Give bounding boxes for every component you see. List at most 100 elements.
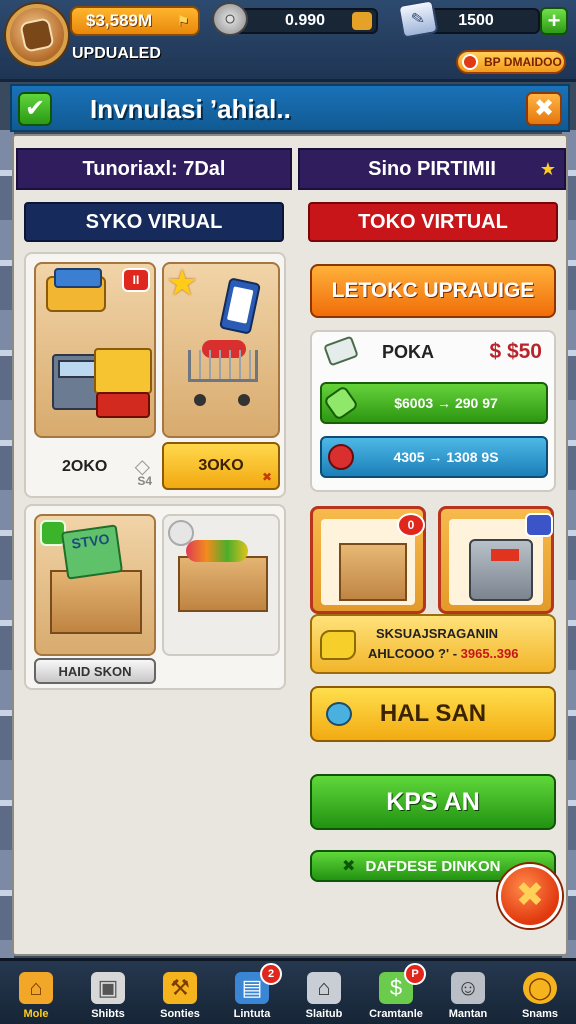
promo-pill[interactable]: BP DMAIDOO [456, 50, 566, 74]
resource-1-add-icon[interactable] [352, 12, 372, 30]
ring-icon: ◯ [523, 972, 557, 1004]
register-label-text: 2OKO [62, 458, 108, 475]
nav-label: Mantan [448, 1008, 488, 1020]
machine-icon [469, 539, 533, 601]
alert-icon [462, 54, 478, 70]
phone-icon [218, 277, 262, 335]
avatar[interactable] [6, 4, 68, 66]
promo-strip[interactable]: SKSUAJSRAGANIN AHLCOOO ?' - 3965..396 [310, 614, 556, 674]
nav-item-mole[interactable]: ⌂ Mole [0, 961, 72, 1024]
hal-san-label: HAL SAN [379, 700, 487, 727]
promo-line-2: AHLCOOO ?' - 3965..396 [368, 646, 518, 661]
hal-san-button[interactable]: HAL SAN [310, 686, 556, 742]
upgrade-button[interactable]: LETOKC UPRAUIGE [310, 264, 556, 318]
confirm-button[interactable]: ✔ [18, 92, 52, 126]
nav-label: Sonties [160, 1008, 200, 1020]
nav-item-lintuta[interactable]: ▤ Lintuta 2 [216, 961, 288, 1024]
small-close-icon: ✖ [261, 470, 272, 484]
tools-icon: ⚒ [163, 972, 197, 1004]
bird-icon [326, 702, 352, 726]
supply-box-tile[interactable]: STVO [34, 514, 156, 656]
nav-label: Lintuta [233, 1008, 271, 1020]
box-icon: ▣ [91, 972, 125, 1004]
item-icon [323, 335, 359, 367]
cash-register-icon [52, 334, 152, 418]
promo-line-2-prefix: AHLCOOO ?' - [368, 646, 461, 661]
parcel-icon [339, 543, 407, 601]
nav-item-sonties[interactable]: ⚒ Sonties [144, 961, 216, 1024]
shopping-cart-icon [180, 334, 264, 418]
cheese-icon [320, 630, 356, 660]
cart-buy-button[interactable]: 3OKO ✖ [162, 442, 280, 490]
coin-value: $3,589M [86, 11, 153, 30]
green-bar-text: $6003 → 290 97 [394, 395, 498, 411]
shop-icon [19, 17, 55, 53]
close-icon: ✖ [533, 95, 555, 122]
basket-icon [46, 268, 106, 312]
resource-counter-1[interactable]: 0.990 [232, 8, 378, 34]
promo-line-1: SKSUAJSRAGANIN [376, 626, 499, 641]
coin-add-icon[interactable]: ⚑ [172, 11, 194, 31]
left-banner: SYKO VIRUAL [24, 202, 284, 242]
notification-badge: P [404, 963, 426, 985]
produce-tile[interactable] [162, 514, 280, 656]
store-card-group-1: II ★ 2OKO ◇ S4 3OKO ✖ [24, 252, 286, 498]
nav-item-slaitub[interactable]: ⌂ Slaitub [288, 961, 360, 1024]
ticket-icon: ✎ [397, 0, 439, 39]
bottom-nav: ⌂ Mole ▣ Shibts ⚒ Sonties ▤ Lintuta 2 ⌂ … [0, 958, 576, 1024]
nav-item-mantan[interactable]: ☺ Mantan [432, 961, 504, 1024]
pencil-icon [322, 384, 360, 422]
action-fab[interactable]: ✖ [498, 864, 562, 928]
star-icon: ★ [539, 158, 556, 179]
register-label-tag: S4 [137, 474, 152, 488]
price-item-name: POKA [382, 342, 435, 362]
left-header: Tunoriaxl: 7Dal [16, 148, 292, 190]
promo-line-2-highlight: 3965..396 [460, 646, 519, 661]
nav-label: Cramtanle [369, 1008, 423, 1020]
home-icon: ⌂ [19, 972, 53, 1004]
main-panel: Tunoriaxl: 7Dal Sino PIRTIMII ★ SYKO VIR… [12, 134, 568, 956]
cart-tile[interactable]: ★ [162, 262, 280, 438]
top-bar: $3,589M ⚑ UPDUALED 0.990 ○ 1500 ✎ + BP D… [0, 0, 576, 82]
title-bar: ✔ Invnulasi ʼahial.. ✖ [10, 84, 570, 132]
promo-text: BP DMAIDOO [484, 55, 562, 69]
username: UPDUALED [72, 45, 161, 62]
nav-label: Shibts [91, 1008, 125, 1020]
house-icon: ⌂ [307, 972, 341, 1004]
nav-label: Slaitub [305, 1008, 343, 1020]
nav-item-shibts[interactable]: ▣ Shibts [72, 961, 144, 1024]
register-label: 2OKO ◇ S4 [34, 444, 156, 490]
green-upgrade-bar[interactable]: $6003 → 290 97 [320, 382, 548, 424]
check-icon: ✔ [24, 95, 46, 122]
coin-counter[interactable]: $3,589M ⚑ [70, 6, 200, 36]
price-item-value: $ $50 [489, 340, 542, 363]
nav-label: Snams [521, 1008, 559, 1020]
close-button[interactable]: ✖ [526, 92, 562, 126]
cart-buy-label: 3OKO [198, 457, 244, 474]
register-tile[interactable]: II [34, 262, 156, 438]
add-currency-button[interactable]: + [540, 7, 568, 35]
store-card-group-2: STVO HAID SKON [24, 504, 286, 690]
resource-1-value: 0.990 [284, 12, 326, 29]
kps-an-button[interactable]: KPS AN [310, 774, 556, 830]
nav-item-cramtanle[interactable]: $ Cramtanle P [360, 961, 432, 1024]
notification-badge: 2 [260, 963, 282, 985]
gem-icon: ○ [212, 2, 248, 36]
product-card-parcel[interactable]: 0 [310, 506, 426, 614]
cardboard-box-icon [50, 570, 142, 634]
star-badge-icon: ★ [166, 262, 199, 303]
product-card-machine[interactable] [438, 506, 554, 614]
resource-2-value: 1500 [458, 12, 494, 29]
right-header: Sino PIRTIMII ★ [298, 148, 566, 190]
product-badge: 0 [397, 513, 425, 537]
blue-bar-text: 4305 → 1308 9S [393, 449, 499, 465]
right-banner: TOKO VIRTUAL [308, 202, 558, 242]
produce-crate-icon [178, 556, 268, 612]
right-header-text: Sino PIRTIMII [368, 157, 496, 180]
small-close-icon: ✖ [342, 858, 356, 875]
blue-upgrade-bar[interactable]: 4305 → 1308 9S [320, 436, 548, 478]
nav-item-snams[interactable]: ◯ Snams [504, 961, 576, 1024]
pause-badge-icon: II [122, 268, 150, 292]
supply-button[interactable]: HAID SKON [34, 658, 156, 684]
screen-badge-icon [525, 513, 553, 537]
